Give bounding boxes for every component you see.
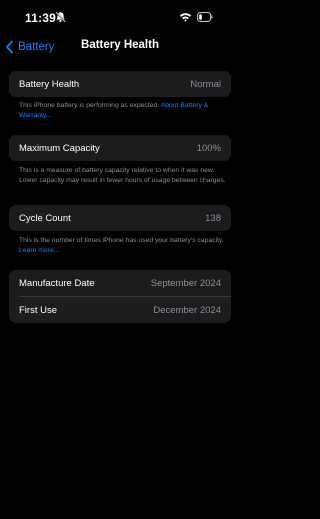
cycle-count-note: This is the number of times iPhone has u… [19,236,231,255]
maximum-capacity-group: Maximum Capacity 100% [9,135,231,161]
manufacture-date-row: Manufacture Date September 2024 [9,270,231,296]
cycle-count-label: Cycle Count [19,212,71,224]
page-title: Battery Health [81,39,159,51]
maximum-capacity-row: Maximum Capacity 100% [9,135,231,161]
first-use-row: First Use December 2024 [9,297,231,323]
maximum-capacity-note: This is a measure of battery capacity re… [19,167,226,184]
maximum-capacity-value: 100% [196,142,221,154]
cycle-count-note-text: This is the number of times iPhone has u… [19,237,224,244]
focus-icon [55,11,66,23]
first-use-label: First Use [19,304,57,316]
battery-icon [197,12,213,22]
dates-group: Manufacture Date September 2024 First Us… [9,270,231,323]
nav-bar: Battery Battery Health [0,36,240,58]
battery-health-group: Battery Health Normal [9,71,231,97]
battery-health-note: This iPhone battery is performing as exp… [19,101,231,120]
status-time: 11:39 [25,11,57,25]
manufacture-date-label: Manufacture Date [19,277,95,289]
cycle-count-row: Cycle Count 138 [9,205,231,231]
first-use-value: December 2024 [153,304,221,316]
wifi-icon [179,13,192,22]
maximum-capacity-label: Maximum Capacity [19,142,100,154]
cycle-count-group: Cycle Count 138 [9,205,231,231]
cycle-count-value: 138 [205,212,221,224]
manufacture-date-value: September 2024 [150,277,221,289]
learn-more-link[interactable]: Learn more... [19,247,59,254]
battery-health-row[interactable]: Battery Health Normal [9,71,231,97]
battery-health-value: Normal [190,78,221,90]
battery-health-note-text: This iPhone battery is performing as exp… [19,102,161,109]
battery-health-label: Battery Health [19,78,80,90]
status-bar: 11:39 [0,0,240,36]
